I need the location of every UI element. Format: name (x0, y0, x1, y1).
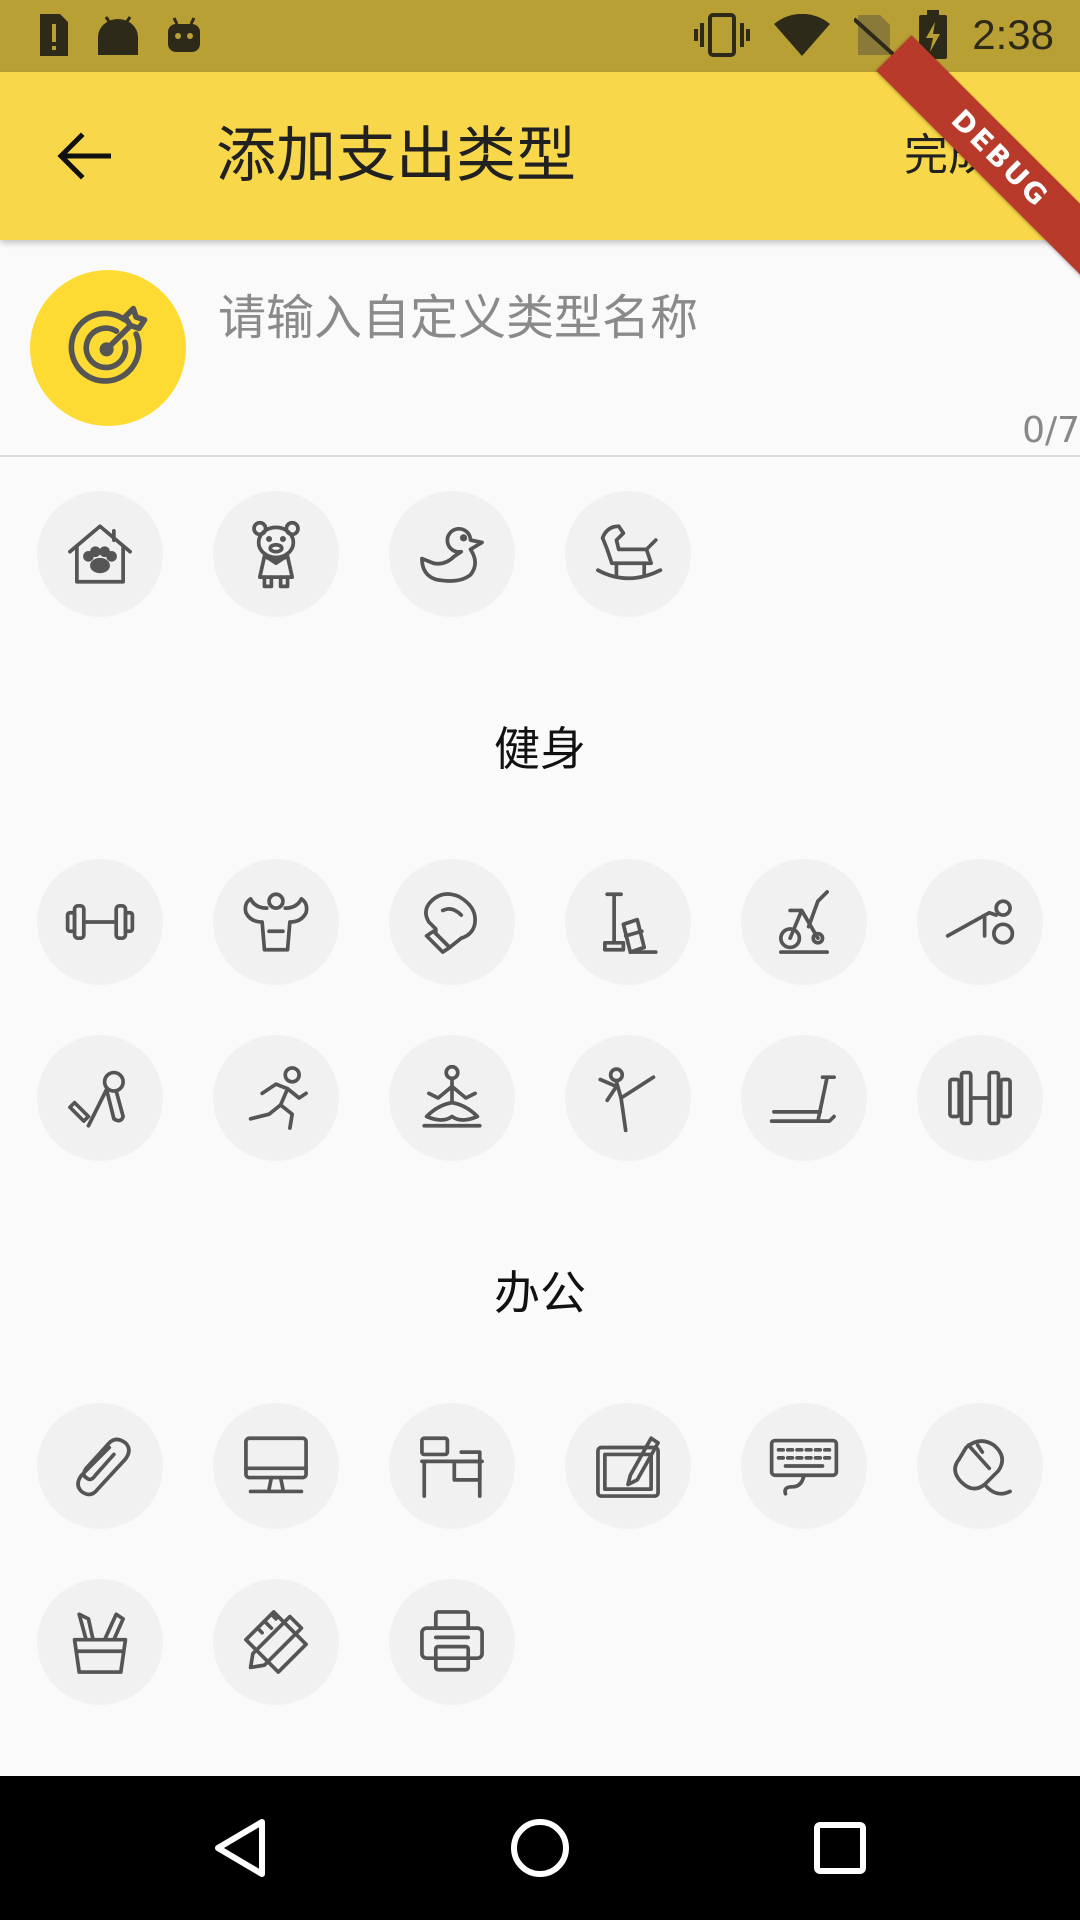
selected-category-icon[interactable] (30, 270, 186, 426)
nav-home-button[interactable] (490, 1798, 590, 1898)
boxing-glove-option[interactable] (389, 859, 515, 985)
dumbbell-icon (65, 903, 135, 941)
nav-recents-button[interactable] (790, 1798, 890, 1898)
yoga-option[interactable] (389, 1035, 515, 1161)
pen-holder-option[interactable] (37, 1579, 163, 1705)
exercise-bike-icon (779, 890, 829, 954)
drawing-tablet-option[interactable] (565, 1403, 691, 1529)
page-title: 添加支出类型 (216, 121, 576, 191)
category-name-input[interactable] (218, 278, 1038, 358)
section-title-office: 办公 (494, 1266, 586, 1320)
teddy-bear-icon (252, 520, 300, 589)
input-underline (0, 455, 1080, 457)
pen-holder-icon (72, 1612, 128, 1674)
muscle-icon (243, 892, 309, 952)
rocking-horse-icon (596, 524, 663, 581)
desktop-computer-icon (244, 1436, 308, 1494)
android-icon (98, 16, 138, 55)
hand-weights-option[interactable] (565, 859, 691, 985)
wifi-icon (774, 14, 831, 56)
dumbbell-option[interactable] (37, 859, 163, 985)
office-desk-icon (420, 1436, 484, 1498)
no-sim-icon (854, 15, 895, 57)
drawing-tablet-icon (596, 1436, 660, 1498)
rubber-duck-option[interactable] (389, 491, 515, 617)
push-up-option[interactable] (917, 859, 1043, 985)
running-option[interactable] (213, 1035, 339, 1161)
category-name-row: 0/7 (0, 240, 1080, 456)
exercise-bike-option[interactable] (741, 859, 867, 985)
clock-time: 2:38 (972, 11, 1054, 58)
section-title-fitness: 健身 (494, 722, 586, 776)
office-desk-option[interactable] (389, 1403, 515, 1529)
printer-icon (420, 1610, 484, 1672)
keyboard-icon (769, 1438, 839, 1496)
treadmill-option[interactable] (741, 1035, 867, 1161)
back-button[interactable] (44, 116, 124, 196)
vibrate-icon (694, 13, 751, 57)
printer-option[interactable] (389, 1579, 515, 1705)
muscle-option[interactable] (213, 859, 339, 985)
treadmill-icon (769, 1075, 836, 1123)
pet-house-icon (68, 524, 132, 584)
target-icon (68, 305, 148, 384)
martial-arts-kick-icon (598, 1067, 656, 1133)
push-up-icon (945, 899, 1015, 945)
rocking-horse-option[interactable] (565, 491, 691, 617)
nav-back-icon (215, 1819, 265, 1877)
pencil-ruler-icon (244, 1610, 308, 1674)
barbell-option[interactable] (917, 1035, 1043, 1161)
computer-mouse-icon (953, 1439, 1012, 1496)
character-counter: 0/7 (1022, 410, 1080, 451)
android-debug-icon (168, 17, 200, 52)
computer-mouse-option[interactable] (917, 1403, 1043, 1529)
system-navigation-bar (0, 1776, 1080, 1920)
desktop-computer-option[interactable] (213, 1403, 339, 1529)
teddy-bear-option[interactable] (213, 491, 339, 617)
nav-back-button[interactable] (190, 1798, 290, 1898)
sim-alert-icon (40, 14, 68, 56)
keyboard-option[interactable] (741, 1403, 867, 1529)
martial-arts-kick-option[interactable] (565, 1035, 691, 1161)
pencil-ruler-option[interactable] (213, 1579, 339, 1705)
nav-home-icon (511, 1819, 569, 1877)
hand-grip-icon (68, 1070, 125, 1128)
running-icon (248, 1066, 308, 1130)
yoga-icon (422, 1064, 482, 1128)
barbell-icon (948, 1070, 1012, 1126)
arrow-back-icon (57, 132, 111, 180)
hand-weights-icon (603, 892, 658, 954)
hand-grip-option[interactable] (37, 1035, 163, 1161)
boxing-glove-icon (424, 892, 477, 954)
pet-house-option[interactable] (37, 491, 163, 617)
paperclip-icon (76, 1437, 131, 1497)
rubber-duck-icon (420, 526, 484, 583)
nav-recents-icon (814, 1822, 866, 1874)
app-bar: 添加支出类型 完成 DEBUG (0, 35, 1080, 283)
paperclip-option[interactable] (37, 1403, 163, 1529)
